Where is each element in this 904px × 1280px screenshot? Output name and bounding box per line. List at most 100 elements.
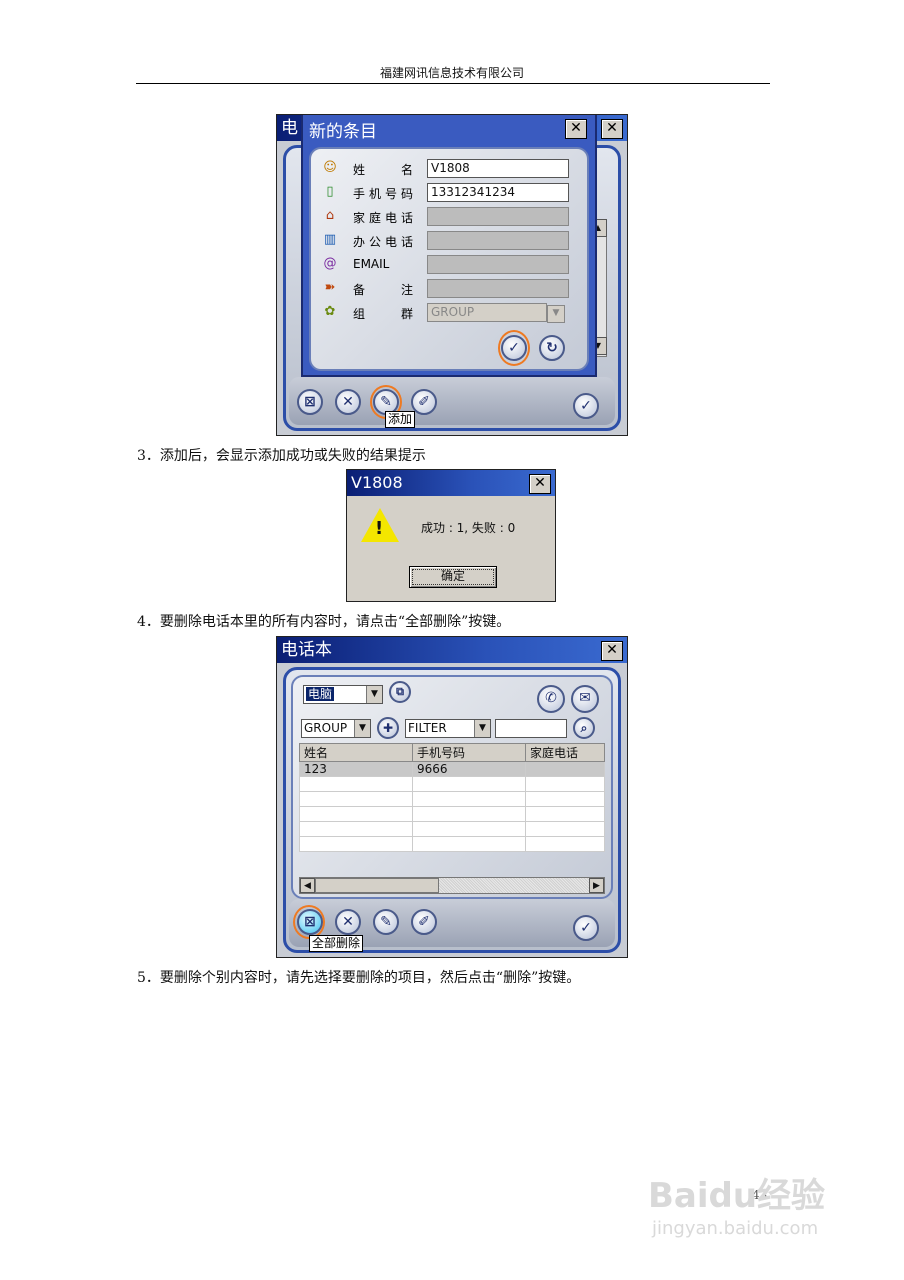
phone-button[interactable]: ✆ [537,685,565,713]
reset-entry-button[interactable]: ↻ [539,335,565,361]
chevron-down-icon: ▼ [366,686,382,703]
add-group-button[interactable]: ✚ [377,717,399,739]
confirm-button[interactable]: ✓ [573,393,599,419]
baidu-watermark-logo: Baidu经验 [648,1176,826,1216]
add-button[interactable]: ✎ [373,909,399,935]
chevron-down-icon: ▼ [354,720,370,737]
confirm-button[interactable]: ✓ [573,915,599,941]
signpost-icon: ➽ [324,280,336,295]
result-titlebar: V1808 [347,470,555,496]
step-3-text: 3．添加后，会显示添加成功或失败的结果提示 [137,448,426,464]
at-sign-icon: @ [323,256,337,271]
table-cell [299,791,413,807]
warning-mark: ! [375,518,384,539]
column-header[interactable]: 手机号码 [412,743,526,762]
step-5-text: 5．要删除个别内容时，请先选择要删除的项目，然后点击“删除”按键。 [137,970,581,986]
search-input[interactable] [495,719,567,738]
entry-close-button[interactable]: ✕ [565,119,587,139]
table-row[interactable] [299,836,605,852]
phonebook-titlebar: 电话本 [277,637,627,663]
field-label: 备 注 [353,283,413,297]
field-input[interactable] [427,279,569,298]
page-header: 福建网讯信息技术有限公司 [379,66,524,80]
field-label: EMAIL [353,257,390,271]
home-icon: ⌂ [325,208,335,223]
result-message: 成功 : 1, 失败 : 0 [421,521,516,535]
table-row[interactable]: 123 9666 [299,761,605,777]
search-button[interactable]: ⌕ [573,717,595,739]
field-input[interactable]: V1808 [427,159,569,178]
new-entry-window: 电 ✕ ⊠ ✕ ✎ ✐ ✓ 添加 ▲ ▼ 新的条目 ✕ ▼ ✓ ↻ ☺ 姓 名 V1… [276,114,628,436]
table-cell [299,821,413,837]
field-input[interactable] [427,255,569,274]
delete-button[interactable]: ✕ [335,389,361,415]
background-close-button[interactable]: ✕ [601,119,623,139]
edit-button[interactable]: ✐ [411,909,437,935]
horizontal-scrollbar[interactable]: ◀ ▶ [299,877,605,894]
field-label: 办公电话 [353,235,413,249]
field-input[interactable]: GROUP [427,303,547,322]
mail-button[interactable]: ✉ [571,685,599,713]
result-close-button[interactable]: ✕ [529,474,551,494]
table-cell [412,836,526,852]
scroll-thumb[interactable] [315,878,439,893]
delete-all-tooltip: 全部删除 [309,935,364,952]
table-cell [525,761,605,777]
table-cell [299,776,413,792]
delete-all-button[interactable]: ⊠ [297,389,323,415]
copy-button[interactable]: ⧉ [389,681,411,703]
source-select-value: 电脑 [306,687,335,701]
add-tooltip: 添加 [385,411,416,428]
save-highlight-ring [498,330,530,366]
delete-all-highlight-ring [293,905,325,939]
table-row[interactable] [299,821,605,837]
phonebook-close-button[interactable]: ✕ [601,641,623,661]
contacts-table: 姓名 手机号码 家庭电话 123 9666 [299,743,605,852]
table-cell [525,821,605,837]
table-cell [525,836,605,852]
table-row[interactable] [299,806,605,822]
field-input[interactable]: 13312341234 [427,183,569,202]
group-icon: ✿ [324,304,336,319]
header-rule [136,83,770,84]
table-cell: 123 [299,761,413,777]
table-row[interactable] [299,791,605,807]
field-input[interactable] [427,231,569,250]
ok-button[interactable]: 确定 [409,566,497,588]
mobile-phone-icon: ▯ [326,184,334,199]
entry-title: 新的条目 [309,122,377,142]
delete-button[interactable]: ✕ [335,909,361,935]
office-building-icon: ▥ [323,232,337,247]
table-cell [412,776,526,792]
baidu-watermark-url: jingyan.baidu.com [652,1218,819,1239]
table-cell [525,806,605,822]
table-cell [299,806,413,822]
column-header[interactable]: 家庭电话 [525,743,605,762]
filter-select[interactable]: FILTER ▼ [405,719,491,738]
result-dialog: V1808 ✕ ! 成功 : 1, 失败 : 0 确定 [346,469,556,602]
field-label: 姓 名 [353,163,413,177]
table-cell [525,791,605,807]
table-header-row: 姓名 手机号码 家庭电话 [299,743,605,762]
scroll-left-button[interactable]: ◀ [300,878,315,893]
source-select[interactable]: 电脑 ▼ [303,685,383,704]
table-cell [412,821,526,837]
column-header[interactable]: 姓名 [299,743,413,762]
field-label: 手机号码 [353,187,413,201]
field-label: 家庭电话 [353,211,413,225]
group-select[interactable]: GROUP ▼ [301,719,371,738]
filter-select-value: FILTER [408,721,447,735]
phonebook-window: 电话本 ✕ 电脑 ▼ ⧉ ✆ ✉ GROUP ▼ ✚ FILTER ▼ ⌕ 姓名… [276,636,628,958]
scroll-right-button[interactable]: ▶ [589,878,604,893]
step-4-text: 4．要删除电话本里的所有内容时，请点击“全部删除”按键。 [137,614,511,630]
field-input[interactable] [427,207,569,226]
table-row[interactable] [299,776,605,792]
group-dropdown-arrow[interactable]: ▼ [547,305,565,323]
table-cell: 9666 [412,761,526,777]
table-cell [525,776,605,792]
table-cell [412,791,526,807]
table-cell [299,836,413,852]
table-cell [412,806,526,822]
group-select-value: GROUP [304,721,348,735]
person-icon: ☺ [323,160,337,175]
